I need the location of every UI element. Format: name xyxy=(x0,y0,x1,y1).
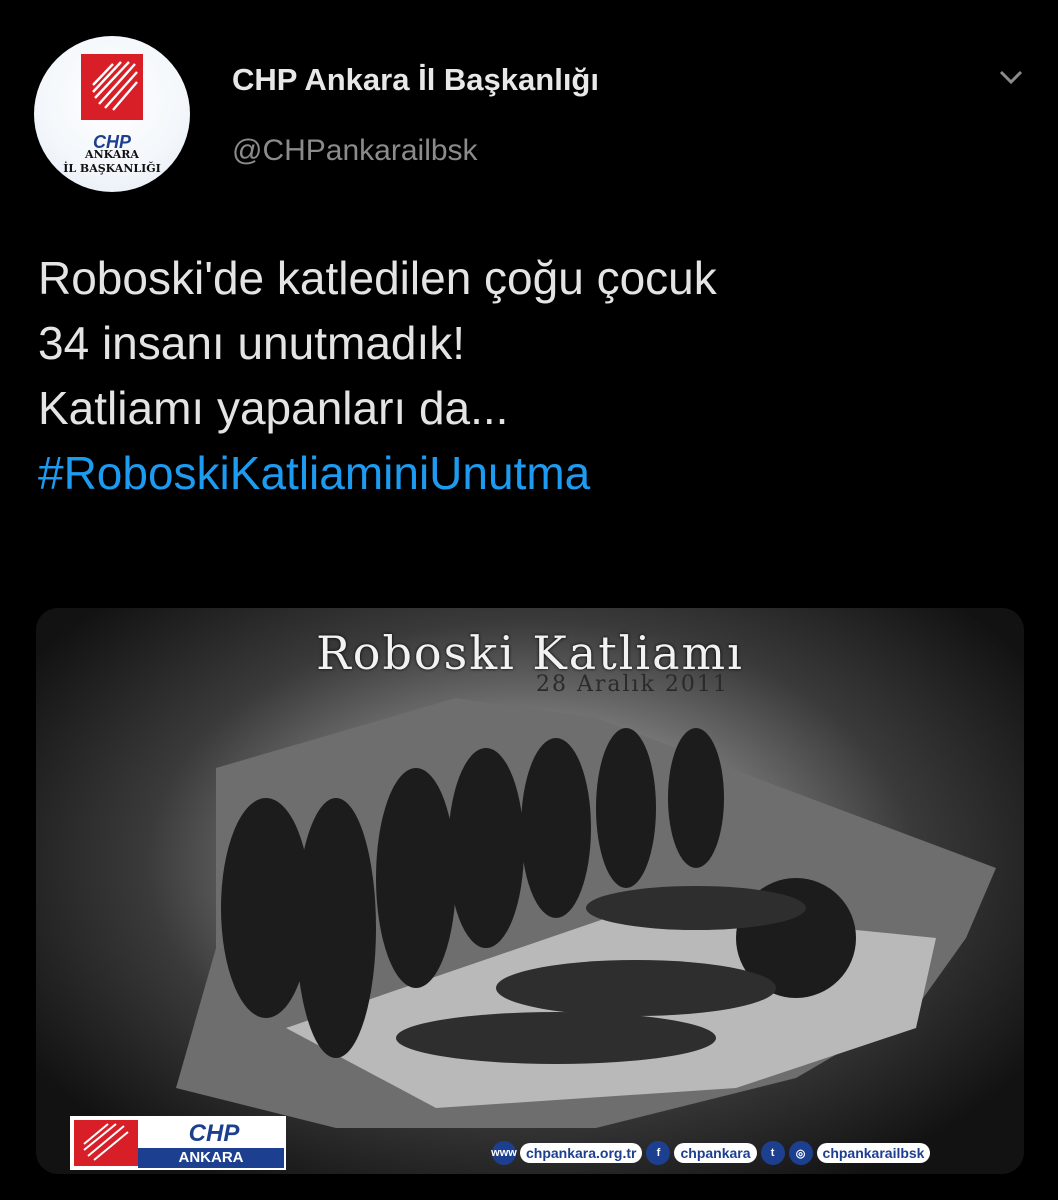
tweet-line: Katliamı yapanları da... xyxy=(38,382,509,434)
logo-chp-text: CHP xyxy=(188,1120,240,1147)
chp-flag-logo xyxy=(74,1120,138,1166)
tweet-text: Roboski'de katledilen çoğu çocuk 34 insa… xyxy=(38,246,717,506)
logo-ankara-text: ANKARA xyxy=(138,1148,284,1168)
user-handle[interactable]: @CHPankarailbsk xyxy=(232,134,478,168)
tweet-line: Roboski'de katledilen çoğu çocuk xyxy=(38,252,717,304)
avatar[interactable]: CHP ANKARA İL BAŞKANLIĞI xyxy=(34,36,190,192)
photo-scene xyxy=(176,698,996,1128)
social-links: www chpankara.org.tr f chpankara t ◎ chp… xyxy=(491,1140,931,1166)
globe-icon: www xyxy=(491,1141,517,1165)
website-text: chpankara.org.tr xyxy=(520,1143,643,1163)
instagram-text: chpankarailbsk xyxy=(816,1143,931,1163)
facebook-icon: f xyxy=(646,1141,671,1165)
hashtag-link[interactable]: #RoboskiKatliaminiUnutma xyxy=(38,441,717,506)
chp-flag-logo xyxy=(81,54,143,120)
instagram-icon: ◎ xyxy=(788,1141,813,1165)
avatar-line2: İL BAŞKANLIĞI xyxy=(63,162,161,175)
tweet-line: 34 insanı unutmadık! xyxy=(38,317,466,369)
media-title: Roboski Katliamı xyxy=(316,626,744,680)
twitter-icon: t xyxy=(760,1141,785,1165)
chevron-down-icon[interactable] xyxy=(996,62,1026,92)
display-name[interactable]: CHP Ankara İl Başkanlığı xyxy=(232,62,599,98)
media-date: 28 Aralık 2011 xyxy=(536,672,729,697)
chp-ankara-logo: CHP ANKARA xyxy=(70,1116,286,1170)
facebook-text: chpankara xyxy=(674,1143,757,1163)
tweet-media-image[interactable]: Roboski Katliamı 28 Aralık 2011 CHP ANKA… xyxy=(36,608,1024,1174)
avatar-line1: ANKARA xyxy=(85,148,139,161)
